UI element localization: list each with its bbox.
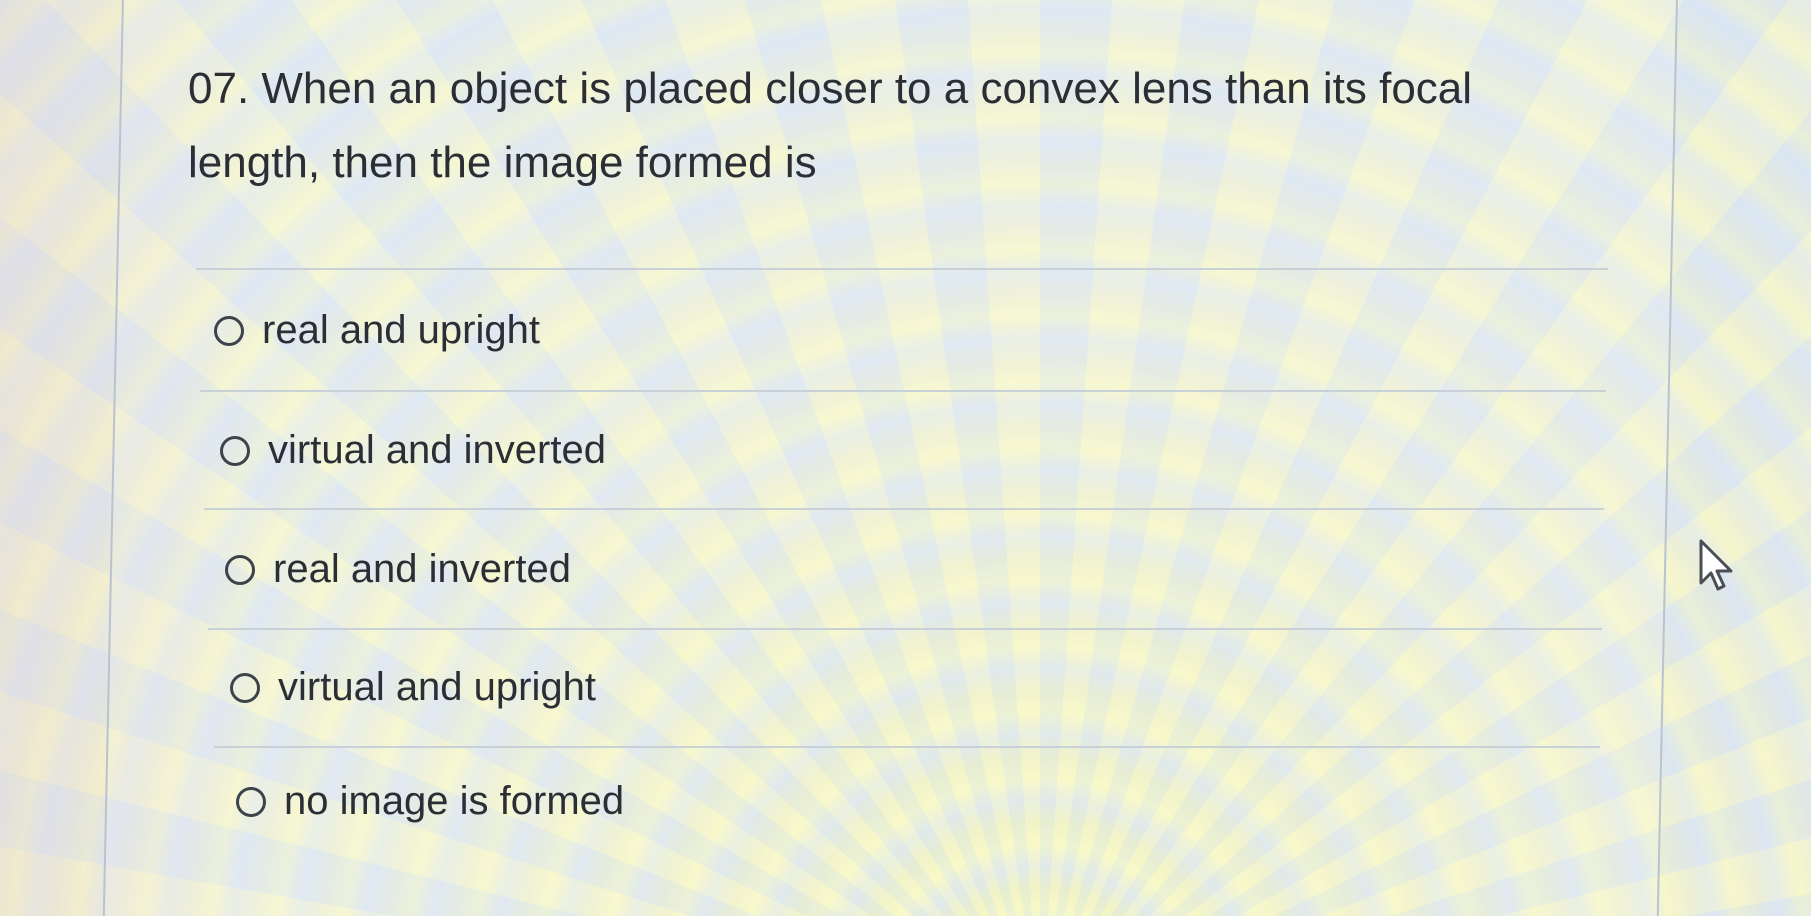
option-separator <box>214 746 1600 748</box>
option-separator <box>204 508 1604 510</box>
radio-button-icon[interactable] <box>214 315 244 346</box>
option-label: real and upright <box>262 308 540 352</box>
option-separator <box>200 390 1606 392</box>
radio-button-icon[interactable] <box>225 554 255 585</box>
answer-option[interactable]: real and inverted <box>225 547 571 592</box>
mouse-pointer-icon <box>1699 539 1733 591</box>
question-text: 07. When an object is placed closer to a… <box>188 64 1473 187</box>
answer-option[interactable]: virtual and upright <box>230 665 596 710</box>
radio-button-icon[interactable] <box>220 435 250 466</box>
option-label: virtual and upright <box>278 665 596 709</box>
radio-button-icon[interactable] <box>230 672 260 703</box>
option-label: virtual and inverted <box>268 428 606 472</box>
option-label: real and inverted <box>273 547 571 591</box>
option-separator <box>208 628 1602 630</box>
option-label: no image is formed <box>284 779 625 823</box>
answer-option[interactable]: no image is formed <box>236 779 624 824</box>
answer-option[interactable]: virtual and inverted <box>220 428 606 473</box>
answer-option[interactable]: real and upright <box>214 308 540 353</box>
question-separator <box>196 268 1608 270</box>
radio-button-icon[interactable] <box>236 786 266 817</box>
